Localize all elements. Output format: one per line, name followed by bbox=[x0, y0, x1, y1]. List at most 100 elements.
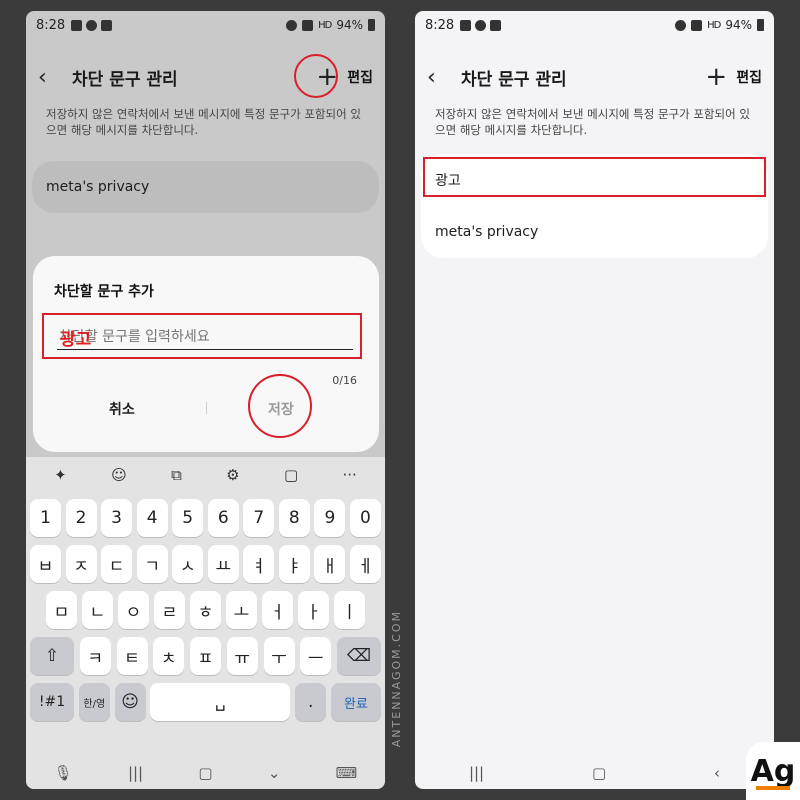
number-row: 1 2 3 4 5 6 7 8 9 0 bbox=[30, 499, 381, 537]
done-key[interactable]: 완료 bbox=[330, 683, 381, 721]
blocked-phrase-list: meta's privacy bbox=[32, 161, 379, 213]
key[interactable]: ㄱ bbox=[136, 545, 168, 583]
back-icon[interactable]: ‹ bbox=[38, 65, 68, 90]
edit-button[interactable]: 편집 bbox=[736, 67, 762, 87]
clipboard-icon[interactable]: ▢ bbox=[284, 466, 298, 484]
key[interactable]: ㅊ bbox=[153, 637, 185, 675]
key-1[interactable]: 1 bbox=[30, 499, 61, 537]
key[interactable]: ㅎ bbox=[190, 591, 221, 629]
key[interactable]: ㅇ bbox=[118, 591, 149, 629]
settings-icon[interactable]: ⚙ bbox=[226, 466, 239, 484]
key[interactable]: ㅋ bbox=[79, 637, 111, 675]
add-icon[interactable]: + bbox=[698, 59, 734, 95]
nav-bar: 🎙 ||| ▢ ⌄ ⌨ bbox=[26, 757, 385, 789]
battery-text: 94% bbox=[725, 18, 752, 32]
list-item[interactable]: meta's privacy bbox=[32, 161, 379, 213]
key[interactable]: ㅜ bbox=[263, 637, 295, 675]
key-8[interactable]: 8 bbox=[278, 499, 310, 537]
key[interactable]: ㅔ bbox=[349, 545, 381, 583]
keyboard-icon[interactable]: ⌨ bbox=[336, 764, 358, 782]
space-key[interactable]: ␣ bbox=[150, 683, 291, 721]
period-key[interactable]: . bbox=[295, 683, 327, 721]
highlight-rect-input bbox=[42, 313, 362, 359]
key[interactable]: ㅂ bbox=[30, 545, 61, 583]
back-nav-icon[interactable]: ‹ bbox=[714, 764, 720, 782]
key-0[interactable]: 0 bbox=[349, 499, 381, 537]
keyboard: ✦ ☺ ⧉ ⚙ ▢ ··· 1 2 3 4 5 6 7 8 9 0 ㅂ ㅈ ㄷ … bbox=[26, 457, 385, 757]
button-divider bbox=[206, 402, 207, 414]
emoji-key[interactable]: ☺ bbox=[114, 683, 146, 721]
key-row-2: ㅁ ㄴ ㅇ ㄹ ㅎ ㅗ ㅓ ㅏ ㅣ bbox=[46, 591, 365, 629]
emoji-icon[interactable]: ☺ bbox=[111, 466, 127, 484]
highlight-rect-new-item bbox=[423, 157, 766, 197]
chat-icon bbox=[475, 19, 487, 31]
key[interactable]: ㅅ bbox=[172, 545, 204, 583]
cancel-button[interactable]: 취소 bbox=[109, 399, 135, 419]
status-time: 8:28 bbox=[36, 17, 66, 33]
recent-apps-icon[interactable]: ||| bbox=[469, 764, 484, 782]
key-7[interactable]: 7 bbox=[243, 499, 275, 537]
key[interactable]: ㅁ bbox=[46, 591, 77, 629]
key-9[interactable]: 9 bbox=[314, 499, 346, 537]
home-icon[interactable]: ▢ bbox=[592, 764, 606, 782]
dialog-title: 차단할 문구 추가 bbox=[54, 284, 154, 300]
key-2[interactable]: 2 bbox=[65, 499, 97, 537]
status-time: 8:28 bbox=[425, 17, 455, 33]
battery-text: 94% bbox=[336, 18, 363, 32]
translate-icon[interactable]: ⧉ bbox=[171, 466, 182, 484]
mute-icon bbox=[691, 19, 703, 31]
edit-button[interactable]: 편집 bbox=[347, 67, 373, 87]
key-row-1: ㅂ ㅈ ㄷ ㄱ ㅅ ㅛ ㅕ ㅑ ㅐ ㅔ bbox=[30, 545, 381, 583]
highlight-circle-add bbox=[294, 54, 338, 98]
hide-keyboard-icon[interactable]: ⌄ bbox=[268, 764, 281, 782]
back-icon[interactable]: ‹ bbox=[427, 65, 457, 90]
alarm-icon bbox=[286, 19, 298, 31]
signal-label: HD bbox=[707, 19, 721, 31]
lang-switch-key[interactable]: 한/영 bbox=[78, 683, 110, 721]
app-bar: ‹ 차단 문구 관리 + 편집 bbox=[415, 59, 774, 95]
key[interactable]: ㅣ bbox=[334, 591, 365, 629]
key[interactable]: ㅓ bbox=[262, 591, 293, 629]
key[interactable]: ㅠ bbox=[226, 637, 258, 675]
key[interactable]: ㅏ bbox=[298, 591, 329, 629]
key[interactable]: ㅐ bbox=[314, 545, 346, 583]
more-icon[interactable]: ··· bbox=[342, 466, 356, 484]
key[interactable]: ㅍ bbox=[190, 637, 221, 675]
key[interactable]: ㅗ bbox=[226, 591, 257, 629]
key[interactable]: ㅛ bbox=[207, 545, 239, 583]
key[interactable]: ㄹ bbox=[154, 591, 185, 629]
logo-underline bbox=[756, 786, 790, 790]
list-item[interactable]: meta's privacy bbox=[421, 206, 768, 258]
recent-apps-icon[interactable]: ||| bbox=[128, 764, 143, 782]
key[interactable]: ㄴ bbox=[82, 591, 113, 629]
key[interactable]: ㅑ bbox=[278, 545, 310, 583]
battery-icon bbox=[368, 19, 375, 31]
key-4[interactable]: 4 bbox=[136, 499, 168, 537]
signal-label: HD bbox=[318, 19, 332, 31]
site-logo: Ag bbox=[746, 742, 800, 800]
key-5[interactable]: 5 bbox=[172, 499, 204, 537]
key-3[interactable]: 3 bbox=[101, 499, 133, 537]
gallery-icon bbox=[460, 19, 472, 31]
logo-text: Ag bbox=[750, 753, 796, 789]
shift-key[interactable]: ⇧ bbox=[30, 637, 74, 675]
key[interactable]: ㄷ bbox=[101, 545, 133, 583]
bottom-key-row: !#1 한/영 ☺ ␣ . 완료 bbox=[30, 683, 381, 721]
symbols-key[interactable]: !#1 bbox=[30, 683, 74, 721]
home-icon[interactable]: ▢ bbox=[198, 764, 212, 782]
key-6[interactable]: 6 bbox=[207, 499, 239, 537]
mic-icon[interactable]: 🎙 bbox=[54, 764, 73, 782]
mute-icon bbox=[302, 19, 314, 31]
key[interactable]: ㅌ bbox=[116, 637, 148, 675]
key[interactable]: ㅈ bbox=[65, 545, 97, 583]
key[interactable]: ㅡ bbox=[300, 637, 332, 675]
char-counter: 0/16 bbox=[332, 374, 357, 387]
ai-icon[interactable]: ✦ bbox=[54, 466, 67, 484]
right-phone-screen: 8:28 HD 94% ‹ 차단 문구 관리 + 편집 저장하지 않은 연락처에… bbox=[415, 11, 774, 789]
left-phone-screen: 8:28 HD 94% ‹ 차단 문구 관리 + 편집 저장하지 않은 연락처에… bbox=[26, 11, 385, 789]
backspace-key[interactable]: ⌫ bbox=[337, 637, 381, 675]
key[interactable]: ㅕ bbox=[243, 545, 275, 583]
alarm-icon bbox=[675, 19, 687, 31]
status-bar: 8:28 HD 94% bbox=[415, 11, 774, 39]
gallery-icon bbox=[71, 19, 83, 31]
